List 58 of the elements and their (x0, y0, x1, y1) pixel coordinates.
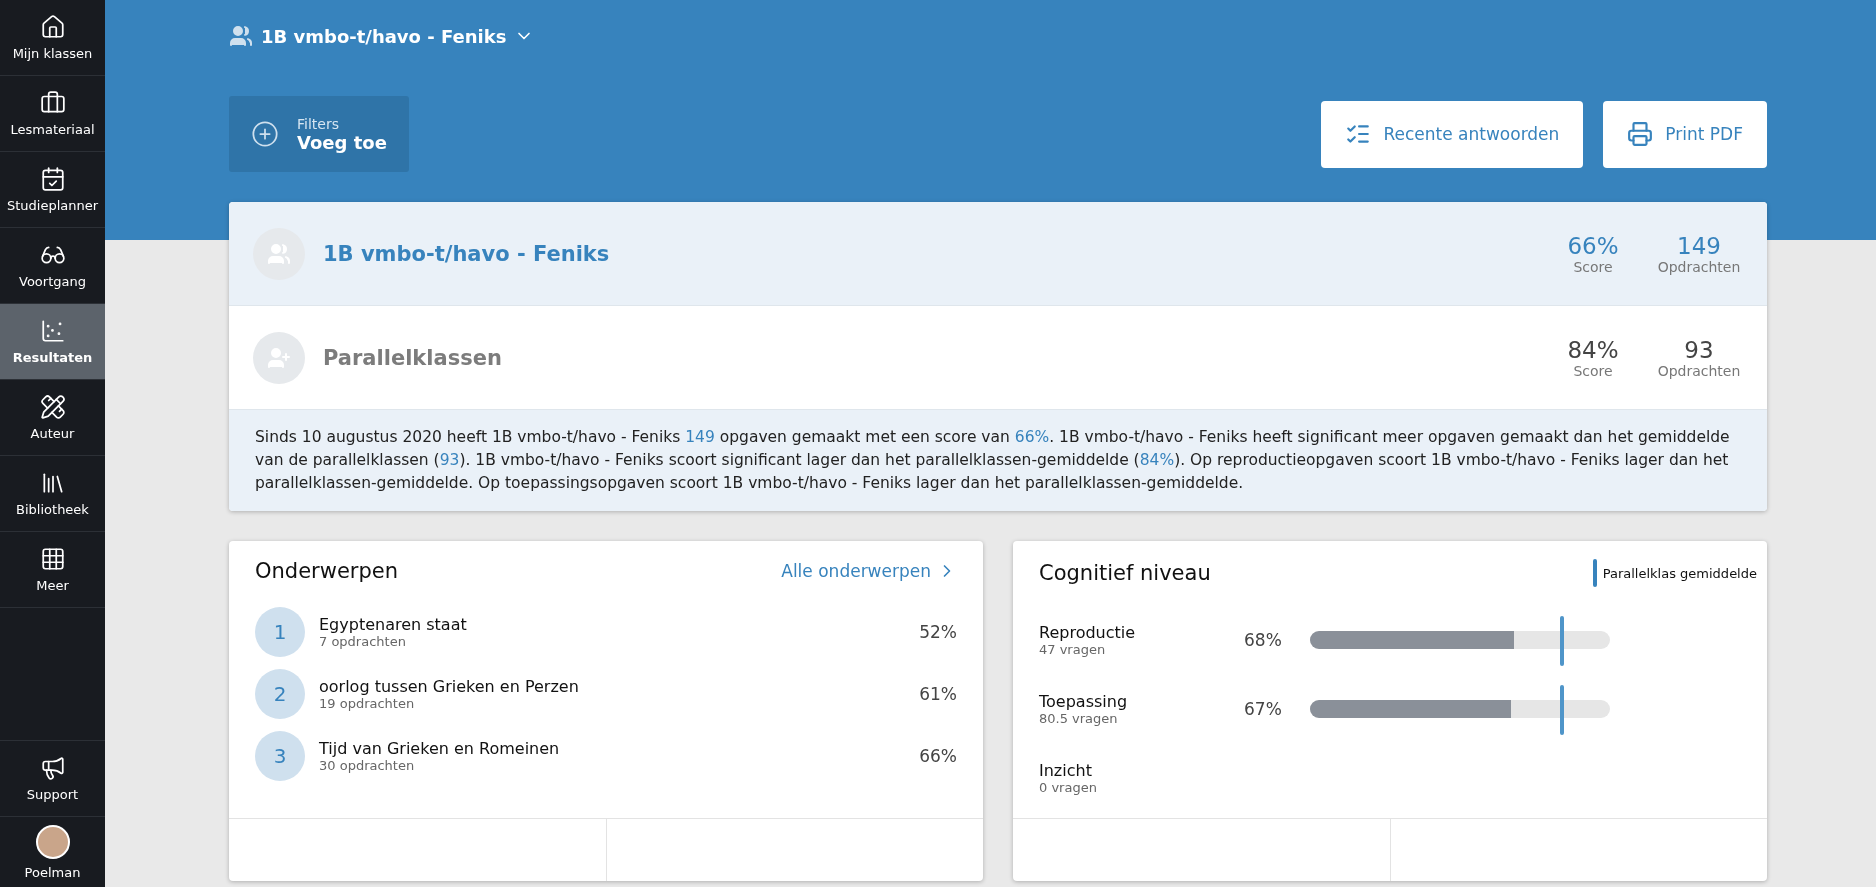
sidebar-item[interactable]: Support (0, 740, 105, 817)
pencil-ruler-icon (39, 394, 66, 420)
filter-button[interactable]: Filters Voeg toe (229, 96, 409, 172)
question-count: 80.5 vragen (1039, 710, 1119, 726)
question-count: 0 vragen (1039, 779, 1098, 795)
level-name: Toepassing (1039, 691, 1129, 711)
count-label: Opdrachten (1657, 258, 1741, 275)
briefcase-icon (39, 90, 66, 116)
calendar-check-icon (39, 166, 66, 192)
score-value: 84% (1567, 336, 1619, 363)
megaphone-icon (39, 755, 66, 781)
topic-number: 2 (255, 669, 305, 719)
scatter-chart-icon (39, 318, 66, 344)
card-title: Onderwerpen (255, 559, 398, 583)
people-plus-icon (253, 331, 305, 384)
people-icon (229, 24, 253, 48)
level-score: 68% (1244, 629, 1283, 650)
score-value: 66% (1567, 232, 1619, 259)
grid-icon (39, 546, 66, 572)
level-score: 67% (1244, 698, 1283, 719)
printer-icon (1627, 121, 1654, 147)
user-menu[interactable]: Poelman (0, 817, 105, 887)
recent-answers-button[interactable]: Recente antwoorden (1321, 100, 1584, 168)
topic-count: 7 opdrachten (319, 634, 407, 649)
score-label: Score (1573, 362, 1613, 379)
legend-label: Parallelklas gemiddelde (1602, 565, 1757, 581)
topic-name: oorlog tussen Grieken en Perzen (319, 677, 580, 696)
sidebar-item[interactable]: Meer (0, 532, 105, 608)
score-label: Score (1573, 258, 1613, 275)
topic-name: Egyptenaren staat (319, 615, 468, 634)
topic-count: 19 opdrachten (319, 696, 416, 711)
avatar (35, 824, 70, 859)
home-icon (39, 14, 66, 40)
topic-score: 61% (919, 684, 957, 704)
all-topics-link[interactable]: Alle onderwerpen (781, 561, 957, 581)
card-title: Cognitief niveau (1039, 561, 1211, 585)
count-value: 149 (1677, 232, 1721, 259)
level-name: Inzicht (1039, 760, 1093, 780)
level-name: Reproductie (1039, 622, 1137, 642)
question-count: 47 vragen (1039, 641, 1107, 657)
group-name: 1B vmbo-t/havo - Feniks (323, 241, 611, 266)
topic-score: 66% (919, 746, 957, 766)
count-label: Opdrachten (1657, 362, 1741, 379)
sidebar-item[interactable]: Bibliotheek (0, 456, 105, 532)
topic-score: 52% (919, 622, 957, 642)
sidebar-item[interactable]: Resultaten (0, 304, 105, 380)
class-selector[interactable]: 1B vmbo-t/havo - Feniks (229, 20, 535, 52)
count-value: 93 (1684, 336, 1714, 363)
topic-number: 1 (255, 607, 305, 657)
print-button[interactable]: Print PDF (1603, 100, 1767, 168)
group-name: Parallelklassen (323, 345, 503, 370)
sidebar-item[interactable]: Auteur (0, 380, 105, 456)
summary-text: Sinds 10 augustus 2020 heeft 1B vmbo-t/havo - Feniks 149 opgaven gemaakt met een score van 66%. 1B vmbo-t/havo - Feniks heeft significant meer opgaven gemaakt dan het gemiddelde van de parallelklassen (93). 1B vmbo-t/havo - Feniks scoort significant lager dan het parallelklassen-gemiddelde (84%). Op reproductieopgaven scoort 1B vmbo-t/havo - Feniks lager dan het parallelklassen-gemiddelde. Op toepassingsopgaven scoort 1B vmbo-t/havo - Feniks lager dan het parallelklassen-gemiddelde. (229, 410, 1767, 511)
legend-marker (1592, 559, 1597, 587)
topic-count: 30 opdrachten (319, 758, 416, 773)
topic-number: 3 (255, 731, 305, 781)
topic-name: Tijd van Grieken en Romeinen (319, 739, 561, 758)
plus-circle-icon (251, 120, 279, 148)
